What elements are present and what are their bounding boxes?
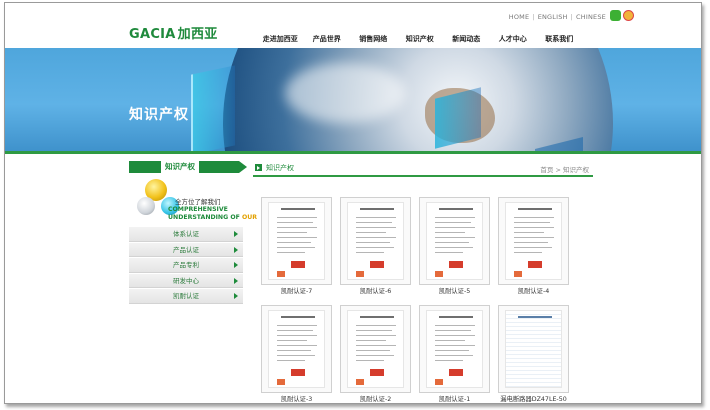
content-header: 知识产权 首页 > 知识产权: [253, 161, 593, 177]
certificate-thumbnail[interactable]: [419, 197, 490, 285]
logo-text: GACIA: [129, 27, 176, 42]
certificate-caption[interactable]: 凯耐认证-5: [419, 286, 490, 295]
tagline-en: COMPREHENSIVE UNDERSTANDING OF OUR: [168, 206, 257, 222]
certificate-thumbnail[interactable]: [340, 305, 411, 393]
content-title: 知识产权: [266, 164, 294, 172]
main-nav: 走进加西亚 产品世界 销售网络 知识产权 新闻动态 人才中心 联系我们: [257, 34, 583, 44]
sidebar-item-label: 体系认证: [173, 230, 199, 238]
nav-item-sales[interactable]: 销售网络: [350, 34, 397, 44]
sidebar-menu: 体系认证 产品认证 产品专利 研发中心 凯耐认证: [129, 227, 243, 305]
chevron-right-icon: [234, 231, 238, 237]
breadcrumb[interactable]: 首页 > 知识产权: [540, 164, 589, 174]
sidebar-item-system-cert[interactable]: 体系认证: [129, 227, 243, 242]
sidebar-item-patents[interactable]: 产品专利: [129, 258, 243, 273]
tagline-cn: 全方位了解我们: [175, 198, 221, 206]
sidebar-item-rnd[interactable]: 研发中心: [129, 273, 243, 288]
certificate-card[interactable]: 凯耐认证-2: [340, 305, 411, 403]
sidebar-item-kainai-cert[interactable]: 凯耐认证: [129, 289, 243, 304]
tagline-en-line1: COMPREHENSIVE: [168, 206, 228, 213]
certificate-caption[interactable]: 凯耐认证-3: [261, 394, 332, 403]
globe-image: [223, 48, 613, 151]
certificate-thumbnail[interactable]: [340, 197, 411, 285]
sidebar-item-label: 凯耐认证: [173, 292, 199, 300]
lang-chinese-link[interactable]: CHINESE: [576, 13, 606, 21]
chevron-right-icon: [234, 246, 238, 253]
chevron-right-icon: [234, 262, 238, 268]
certificate-caption[interactable]: 漏电断路器DZ47LE-50: [498, 394, 569, 403]
certificate-image: [268, 310, 325, 388]
tagline-en-accent: OUR: [242, 214, 258, 221]
certificate-card[interactable]: 凯耐认证-7: [261, 197, 332, 299]
certificate-image: [505, 310, 562, 388]
certificate-image: [426, 310, 483, 388]
certificate-thumbnail[interactable]: [498, 197, 569, 285]
certificate-image: [505, 202, 562, 280]
certificate-image: [347, 310, 404, 388]
certificate-thumbnail[interactable]: [261, 305, 332, 393]
sidebar-item-label: 研发中心: [173, 276, 199, 285]
certificate-card[interactable]: 凯耐认证-6: [340, 197, 411, 299]
certificate-image: [268, 202, 325, 280]
tagline-en-line2: UNDERSTANDING OF OUR: [168, 214, 257, 222]
weibo-icon[interactable]: [623, 10, 634, 21]
logo[interactable]: GACIA 加西亚: [129, 23, 218, 42]
certificate-card[interactable]: 凯耐认证-3: [261, 305, 332, 403]
logo-cn: 加西亚: [177, 27, 218, 42]
sidebar-item-label: 产品认证: [173, 245, 199, 254]
wechat-icon[interactable]: [610, 10, 621, 21]
glass-panel-decoration: [191, 65, 235, 151]
lang-home-link[interactable]: HOME: [509, 13, 530, 21]
cloud-decoration: [285, 63, 405, 123]
certificate-caption[interactable]: 凯耐认证-2: [340, 394, 411, 403]
divider: [5, 151, 701, 154]
banner-title: 知识产权: [129, 107, 189, 123]
hero-banner: 知识产权: [5, 48, 701, 151]
certificate-card[interactable]: 漏电断路器DZ47LE-50: [498, 305, 569, 403]
certificate-caption[interactable]: 凯耐认证-7: [261, 286, 332, 295]
sidebar-item-label: 产品专利: [173, 261, 199, 269]
lang-english-link[interactable]: ENGLISH: [538, 13, 568, 21]
certificate-image: [426, 202, 483, 280]
nav-item-contact[interactable]: 联系我们: [536, 34, 583, 44]
certificate-thumbnail[interactable]: [419, 305, 490, 393]
certificate-card[interactable]: 凯耐认证-5: [419, 197, 490, 299]
arrow-right-icon: [239, 161, 247, 173]
nav-item-about[interactable]: 走进加西亚: [257, 34, 304, 44]
nav-item-products[interactable]: 产品世界: [304, 34, 351, 44]
chevron-right-icon: [234, 293, 238, 299]
certificate-caption[interactable]: 凯耐认证-4: [498, 286, 569, 295]
certificate-grid: 凯耐认证-7 凯耐认证-6 凯耐认证-5 凯耐认证-4 凯耐认证-3 凯耐认证-…: [261, 197, 596, 403]
nav-item-news[interactable]: 新闻动态: [443, 34, 490, 44]
language-links: HOME | ENGLISH | CHINESE: [508, 13, 606, 21]
certificate-caption[interactable]: 凯耐认证-6: [340, 286, 411, 295]
chevron-right-icon: [234, 277, 238, 284]
sidebar-item-product-cert[interactable]: 产品认证: [129, 242, 243, 257]
certificate-caption[interactable]: 凯耐认证-1: [419, 394, 490, 403]
tagline-en-line2-text: UNDERSTANDING OF: [168, 214, 240, 221]
gear-icon: [137, 197, 155, 215]
sidebar-heading-label: 知识产权: [161, 160, 199, 174]
certificate-thumbnail[interactable]: [498, 305, 569, 393]
certificate-card[interactable]: 凯耐认证-4: [498, 197, 569, 299]
certificate-card[interactable]: 凯耐认证-1: [419, 305, 490, 403]
bullet-icon: [255, 164, 262, 171]
sidebar-heading: 知识产权: [129, 160, 247, 174]
nav-item-careers[interactable]: 人才中心: [490, 34, 537, 44]
nav-item-ip[interactable]: 知识产权: [397, 34, 444, 44]
certificate-image: [347, 202, 404, 280]
certificate-thumbnail[interactable]: [261, 197, 332, 285]
page-frame: HOME | ENGLISH | CHINESE GACIA 加西亚 走进加西亚 产品世界…: [4, 2, 702, 404]
